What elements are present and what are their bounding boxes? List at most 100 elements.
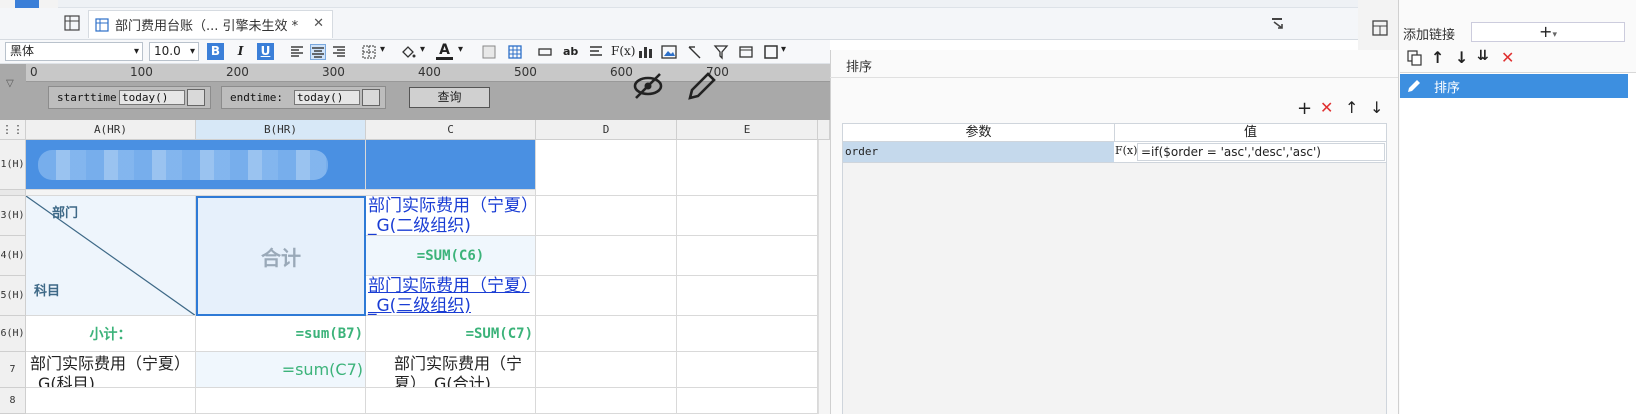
cell-d3[interactable] [536,196,677,236]
row-header[interactable]: 6(H) [0,316,26,352]
cell-e5[interactable] [677,276,818,316]
cell-b7[interactable]: =sum(C7) [196,352,366,388]
grid-view-icon[interactable] [64,15,80,31]
text-wrap-button[interactable]: ab [563,45,578,58]
frame-icon[interactable] [763,44,779,60]
cell-d6[interactable] [536,316,677,352]
row-header[interactable]: 4(H) [0,236,26,276]
row-header[interactable]: 8 [0,388,26,414]
close-icon[interactable]: ✕ [313,16,324,31]
cell-d5[interactable] [536,276,677,316]
endtime-input[interactable]: today() [294,90,360,105]
cell-e7[interactable] [677,352,818,388]
title-cell[interactable] [26,140,366,190]
subtotal-label-cell[interactable]: 小计： [26,316,196,352]
widget-icon[interactable] [738,44,754,60]
image-icon[interactable] [661,44,677,60]
query-button[interactable]: 查询 [409,87,490,108]
chevron-down-icon[interactable]: ▾ [458,44,463,55]
cell-e4[interactable] [677,236,818,276]
select-all-corner[interactable]: ⋮⋮ [0,120,26,140]
add-icon[interactable]: + [1297,98,1312,119]
eye-hide-icon[interactable] [632,72,664,100]
align-left-icon[interactable] [289,44,305,60]
calendar-icon[interactable] [362,89,380,106]
cell-c3[interactable]: 部门实际费用（宁夏）_G(二级组织) [366,196,536,236]
move-down-icon[interactable]: ↓ [1370,98,1383,117]
column-header-d[interactable]: D [536,120,677,140]
starttime-input[interactable]: today() [119,90,185,105]
cell-e1[interactable] [677,140,818,196]
cell-d4[interactable] [536,236,677,276]
row-header[interactable]: 3(H) [0,196,26,236]
cell-c6[interactable]: =SUM(C7) [366,316,536,352]
add-link-button[interactable]: +▾ [1471,22,1625,42]
cell-c8[interactable] [366,388,536,414]
vertical-scrollbar[interactable] [818,140,830,414]
collapse-toolbar-icon[interactable] [1270,16,1284,30]
diagonal-header-cell[interactable]: 部门 科目 [26,196,196,316]
column-header-a[interactable]: A(HR) [26,120,196,140]
cell-d7[interactable] [536,352,677,388]
move-up-icon[interactable]: ↑ [1345,98,1358,117]
param-table-row[interactable]: order F(x) =if($order = 'asc','desc','as… [842,142,1387,163]
fill-color-icon[interactable] [400,44,416,60]
delete-icon[interactable]: ✕ [1320,98,1333,117]
chevron-down-icon[interactable]: ▾ [420,44,425,55]
delete-icon[interactable]: ✕ [1501,48,1514,67]
tab-document[interactable]: 部门费用台账（... 引擎未生效 * ✕ [88,10,333,38]
font-family-select[interactable]: 黑体 ▾ [5,42,143,61]
cell-e8[interactable] [677,388,818,414]
font-size-select[interactable]: 10.0 ▾ [149,42,199,61]
param-value-input[interactable]: =if($order = 'asc','desc','asc') [1137,143,1385,161]
parameter-pane-toggle-icon[interactable]: ◁ [4,80,15,88]
row-header[interactable]: 1(H) [0,140,26,190]
hyperlink-item-sort[interactable]: 排序 [1400,74,1628,98]
table-icon[interactable] [507,44,523,60]
cell-c1[interactable] [366,140,536,190]
underline-button[interactable]: U [257,43,274,60]
column-header-c[interactable]: C [366,120,536,140]
move-up-icon[interactable]: ↑ [1431,48,1444,67]
layout-icon[interactable] [1372,20,1388,36]
column-header-e[interactable]: E [677,120,818,140]
total-header-cell[interactable]: 合计 [196,196,366,316]
row-header[interactable]: 7 [0,352,26,388]
font-color-button[interactable]: A [436,43,453,60]
cell-b6[interactable]: =sum(B7) [196,316,366,352]
filter-icon[interactable] [713,44,729,60]
move-bottom-icon[interactable]: ⇊ [1477,48,1489,64]
edit-pencil-icon[interactable] [686,72,716,102]
cell-e6[interactable] [677,316,818,352]
paragraph-icon[interactable] [588,44,604,60]
copy-icon[interactable] [1407,50,1423,66]
calendar-icon[interactable] [187,89,205,106]
bold-button[interactable]: B [207,43,224,60]
cell-c4[interactable]: =SUM(C6) [366,236,536,276]
row-header[interactable]: 5(H) [0,276,26,316]
cell-d8[interactable] [536,388,677,414]
slash-icon[interactable] [687,44,703,60]
cell-c5[interactable]: 部门实际费用（宁夏）_G(三级组织) [366,276,536,316]
italic-button[interactable]: I [232,43,249,60]
cell-style-icon[interactable] [481,44,497,60]
hyperlink-list [1400,72,1636,414]
formula-editor-button[interactable]: F(x) [1115,143,1137,161]
chevron-down-icon[interactable]: ▾ [781,44,786,55]
align-right-icon[interactable] [331,44,347,60]
merge-cells-icon[interactable] [537,44,553,60]
align-center-icon[interactable] [310,44,326,60]
cell-c7[interactable]: 部门实际费用（宁夏）_G(合计) [366,352,536,388]
chart-icon[interactable] [637,44,653,60]
cell-b8[interactable] [196,388,366,414]
cell-d1[interactable] [536,140,677,196]
cell-e3[interactable] [677,196,818,236]
chevron-down-icon[interactable]: ▾ [380,44,385,55]
param-name-cell[interactable]: order [843,142,1114,162]
column-header-b[interactable]: B(HR) [196,120,366,140]
move-down-icon[interactable]: ↓ [1455,48,1468,67]
border-icon[interactable] [361,44,377,60]
cell-a8[interactable] [26,388,196,414]
formula-button[interactable]: F(x) [611,44,635,58]
cell-a7[interactable]: 部门实际费用（宁夏）_G(科目) [26,352,196,388]
